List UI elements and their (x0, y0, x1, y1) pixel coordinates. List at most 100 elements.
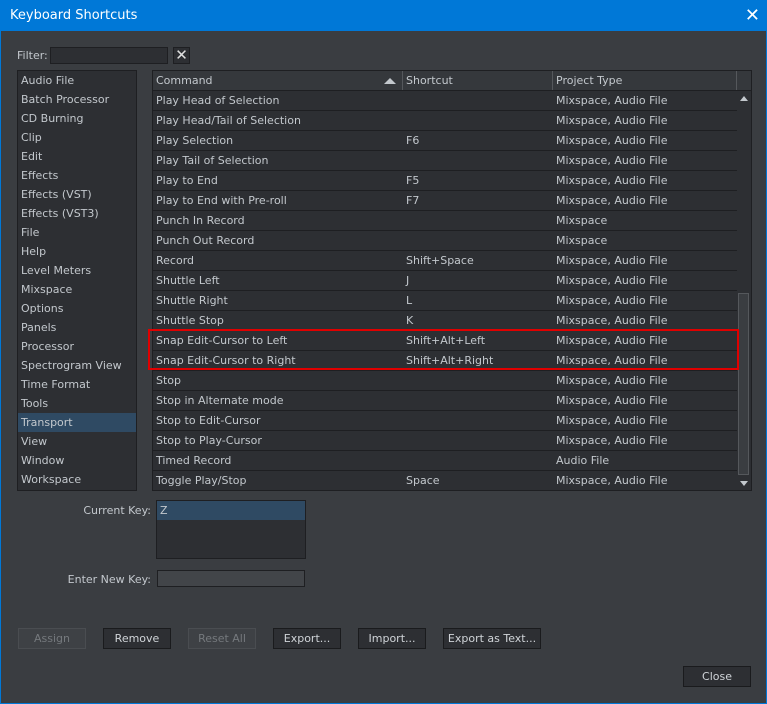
table-row[interactable]: Punch Out Record Mixspace (153, 231, 737, 251)
shortcut-cell: Shift+Alt+Left (406, 334, 486, 347)
shortcut-cell: F6 (406, 134, 420, 147)
category-item[interactable]: Effects (18, 166, 136, 185)
assign-button[interactable]: Assign (18, 628, 86, 649)
project-type-cell: Mixspace, Audio File (556, 354, 668, 367)
table-row[interactable]: Snap Edit-Cursor to Right Shift+Alt+Right… (153, 351, 737, 371)
project-type-cell: Mixspace, Audio File (556, 474, 668, 487)
shortcut-cell: K (406, 314, 414, 327)
category-item[interactable]: Panels (18, 318, 136, 337)
table-row[interactable]: Punch In Record Mixspace (153, 211, 737, 231)
window-title: Keyboard Shortcuts (10, 8, 138, 23)
table-row[interactable]: Play Head/Tail of Selection Mixspace, Aud… (153, 111, 737, 131)
table-row[interactable]: Play to End with Pre-roll F7 Mixspace, Aud… (153, 191, 737, 211)
export-as-text-button[interactable]: Export as Text... (443, 628, 541, 649)
table-row[interactable]: Shuttle Stop K Mixspace, Audio File (153, 311, 737, 331)
current-key-item[interactable]: Z (157, 501, 305, 520)
column-header-shortcut[interactable]: Shortcut (403, 71, 553, 90)
table-row[interactable]: Shuttle Left J Mixspace, Audio File (153, 271, 737, 291)
category-item[interactable]: File (18, 223, 136, 242)
project-type-cell: Audio File (556, 454, 610, 467)
close-button[interactable]: Close (683, 666, 751, 687)
category-item[interactable]: Clip (18, 128, 136, 147)
command-cell: Snap Edit-Cursor to Right (156, 354, 296, 367)
category-list[interactable]: Audio File Batch Processor CD Burning Clip E… (17, 70, 137, 491)
command-cell: Stop (156, 374, 182, 387)
scroll-down-icon[interactable] (740, 481, 748, 486)
new-key-input[interactable] (157, 570, 305, 587)
command-cell: Play to End with Pre-roll (156, 194, 287, 207)
category-item[interactable]: Time Format (18, 375, 136, 394)
project-type-cell: Mixspace, Audio File (556, 434, 668, 447)
command-cell: Play Tail of Selection (156, 154, 269, 167)
table-row[interactable]: Play Head of Selection Mixspace, Audio Fi… (153, 91, 737, 111)
vertical-scrollbar[interactable] (737, 91, 751, 490)
table-row[interactable]: Play Tail of Selection Mixspace, Audio Fi… (153, 151, 737, 171)
category-item[interactable]: Processor (18, 337, 136, 356)
shortcut-cell: L (406, 294, 413, 307)
column-header-project-type[interactable]: Project Type (553, 71, 737, 90)
scrollbar-thumb[interactable] (738, 293, 749, 475)
category-item[interactable]: View (18, 432, 136, 451)
table-header: Command Shortcut Project Type (153, 71, 751, 91)
command-cell: Toggle Play/Stop (156, 474, 247, 487)
reset-all-button[interactable]: Reset All (188, 628, 256, 649)
category-item[interactable]: Options (18, 299, 136, 318)
command-cell: Shuttle Stop (156, 314, 224, 327)
shortcut-cell: Shift+Alt+Right (406, 354, 494, 367)
clear-filter-button[interactable]: ✕ (173, 47, 190, 64)
category-item[interactable]: CD Burning (18, 109, 136, 128)
command-cell: Play to End (156, 174, 218, 187)
command-cell: Play Selection (156, 134, 234, 147)
category-item[interactable]: Effects (VST) (18, 185, 136, 204)
command-cell: Shuttle Right (156, 294, 228, 307)
project-type-cell: Mixspace, Audio File (556, 254, 668, 267)
project-type-cell: Mixspace (556, 234, 608, 247)
table-row[interactable]: Play Selection F6 Mixspace, Audio File (153, 131, 737, 151)
project-type-cell: Mixspace, Audio File (556, 134, 668, 147)
table-row[interactable]: Snap Edit-Cursor to Left Shift+Alt+Left Mi… (153, 331, 737, 351)
category-item[interactable]: Level Meters (18, 261, 136, 280)
category-item[interactable]: Spectrogram View (18, 356, 136, 375)
category-item[interactable]: Workspace (18, 470, 136, 489)
category-item[interactable]: Transport (18, 413, 136, 432)
command-cell: Stop in Alternate mode (156, 394, 284, 407)
table-row[interactable]: Stop Mixspace, Audio File (153, 371, 737, 391)
scroll-up-icon[interactable] (740, 96, 748, 101)
export-button[interactable]: Export... (273, 628, 341, 649)
category-item[interactable]: Audio File (18, 71, 136, 90)
table-row[interactable]: Shuttle Right L Mixspace, Audio File (153, 291, 737, 311)
current-key-label: Current Key: (83, 504, 151, 517)
table-row[interactable]: Play to End F5 Mixspace, Audio File (153, 171, 737, 191)
category-item[interactable]: Effects (VST3) (18, 204, 136, 223)
category-item[interactable]: Tools (18, 394, 136, 413)
import-button[interactable]: Import... (358, 628, 426, 649)
category-item[interactable]: Help (18, 242, 136, 261)
category-item[interactable]: Window (18, 451, 136, 470)
command-cell: Timed Record (156, 454, 232, 467)
table-row[interactable]: Stop to Play-Cursor Mixspace, Audio File (153, 431, 737, 451)
project-type-cell: Mixspace (556, 214, 608, 227)
project-type-cell: Mixspace, Audio File (556, 114, 668, 127)
table-row[interactable]: Stop to Edit-Cursor Mixspace, Audio File (153, 411, 737, 431)
shortcuts-table: Command Shortcut Project Type Play Head … (152, 70, 752, 491)
category-item[interactable]: Mixspace (18, 280, 136, 299)
command-cell: Stop to Edit-Cursor (156, 414, 261, 427)
command-cell: Stop to Play-Cursor (156, 434, 262, 447)
table-row[interactable]: Stop in Alternate mode Mixspace, Audio Fi… (153, 391, 737, 411)
project-type-cell: Mixspace, Audio File (556, 154, 668, 167)
table-row[interactable]: Toggle Play/Stop Space Mixspace, Audio Fil… (153, 471, 737, 491)
title-bar: Keyboard Shortcuts ✕ (1, 0, 767, 31)
shortcut-cell: F7 (406, 194, 420, 207)
project-type-cell: Mixspace, Audio File (556, 314, 668, 327)
category-item[interactable]: Edit (18, 147, 136, 166)
remove-button[interactable]: Remove (103, 628, 171, 649)
table-row[interactable]: Timed Record Audio File (153, 451, 737, 471)
command-cell: Snap Edit-Cursor to Left (156, 334, 288, 347)
current-key-list[interactable]: Z (156, 500, 306, 559)
table-row[interactable]: Record Shift+Space Mixspace, Audio File (153, 251, 737, 271)
column-header-command[interactable]: Command (153, 71, 403, 90)
category-item[interactable]: Batch Processor (18, 90, 136, 109)
close-icon[interactable]: ✕ (745, 0, 760, 31)
project-type-cell: Mixspace, Audio File (556, 394, 668, 407)
filter-input[interactable] (50, 47, 168, 64)
